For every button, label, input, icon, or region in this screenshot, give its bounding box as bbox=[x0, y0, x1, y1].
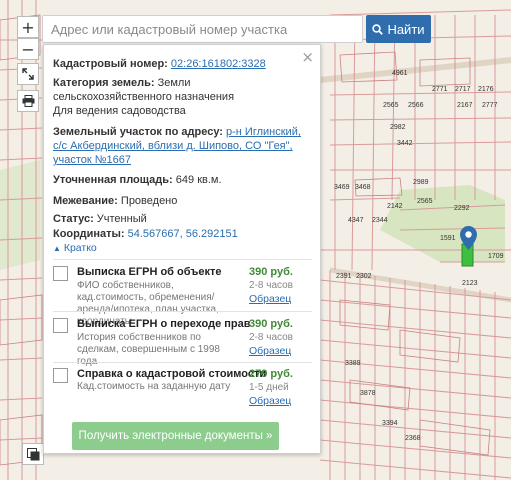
parcel-label: 2344 bbox=[372, 217, 388, 224]
parcel-label: 2142 bbox=[387, 203, 403, 210]
parcel-label: 2989 bbox=[413, 179, 429, 186]
search-button-label: Найти bbox=[387, 21, 425, 37]
status-row: Статус: Учтенный bbox=[53, 212, 312, 226]
cadastral-number-link[interactable]: 02:26:161802:3328 bbox=[171, 58, 266, 70]
product-delivery-time: 1-5 дней bbox=[249, 382, 289, 393]
cadastral-number-row: Кадастровый номер: 02:26:161802:3328 bbox=[53, 57, 312, 71]
status-value: Учтенный bbox=[96, 213, 147, 225]
parcel-label: 4347 bbox=[348, 217, 364, 224]
parcel-label: 1709 bbox=[488, 253, 504, 260]
sample-link[interactable]: Образец bbox=[249, 293, 291, 305]
coordinates-row: Координаты: 54.567667, 56.292151 bbox=[53, 227, 312, 241]
parcel-label: 2167 bbox=[457, 102, 473, 109]
parcel-label: 2176 bbox=[478, 86, 494, 93]
search-input[interactable] bbox=[43, 16, 362, 42]
status-label: Статус: bbox=[53, 213, 94, 225]
search-icon bbox=[372, 23, 384, 35]
fullscreen-button[interactable] bbox=[17, 63, 39, 85]
product-price: 279 руб. bbox=[249, 368, 293, 380]
product-title: Выписка ЕГРН об объекте bbox=[77, 266, 222, 278]
parcel-label: 2123 bbox=[462, 280, 478, 287]
parcel-label: 2771 bbox=[432, 86, 448, 93]
parcel-label: 4961 bbox=[392, 70, 408, 77]
caret-up-icon: ▲ bbox=[53, 244, 61, 253]
parcel-label: 2565 bbox=[383, 102, 399, 109]
collapse-label: Кратко bbox=[63, 242, 97, 254]
address-row: Земельный участок по адресу: р-н Иглинск… bbox=[53, 125, 312, 167]
sample-link[interactable]: Образец bbox=[249, 345, 291, 357]
parcel-label: 3469 bbox=[334, 184, 350, 191]
location-pin-icon[interactable] bbox=[460, 226, 477, 250]
parcel-label: 3878 bbox=[360, 390, 376, 397]
divider bbox=[53, 259, 312, 260]
land-category-row: Категория земель: Земли сельскохозяйстве… bbox=[53, 76, 312, 104]
parcel-label: 3394 bbox=[382, 420, 398, 427]
parcel-info-panel: × Кадастровый номер: 02:26:161802:3328 К… bbox=[43, 44, 321, 454]
land-usage: Для ведения садоводства bbox=[53, 105, 186, 117]
parcel-label: 2391 bbox=[336, 273, 352, 280]
product-checkbox[interactable] bbox=[53, 368, 68, 383]
expand-icon bbox=[22, 68, 34, 80]
parcel-label: 2292 bbox=[454, 205, 470, 212]
printer-icon bbox=[22, 95, 34, 107]
product-price: 390 руб. bbox=[249, 318, 293, 330]
survey-row: Межевание: Проведено bbox=[53, 194, 312, 208]
parcel-label: 3442 bbox=[397, 140, 413, 147]
product-title: Выписка ЕГРН о переходе прав bbox=[77, 318, 251, 330]
divider bbox=[53, 311, 312, 312]
parcel-label: 3389 bbox=[345, 360, 361, 367]
cadastral-number-label: Кадастровый номер: bbox=[53, 58, 168, 70]
land-category-label: Категория земель: bbox=[53, 77, 155, 89]
search-bar bbox=[42, 15, 363, 43]
product-price: 390 руб. bbox=[249, 266, 293, 278]
product-delivery-time: 2-8 часов bbox=[249, 280, 293, 291]
parcel-label: 2566 bbox=[408, 102, 424, 109]
survey-value: Проведено bbox=[120, 195, 178, 207]
address-label: Земельный участок по адресу: bbox=[53, 126, 223, 138]
parcel-label: 2717 bbox=[455, 86, 471, 93]
product-title: Справка о кадастровой стоимости bbox=[77, 368, 267, 380]
coordinates-label: Координаты: bbox=[53, 228, 125, 240]
parcel-label: 2368 bbox=[405, 435, 421, 442]
divider bbox=[53, 362, 312, 363]
zoom-out-button[interactable]: − bbox=[17, 38, 39, 60]
product-description: Кад.стоимость на заданную дату bbox=[77, 381, 231, 392]
parcel-label: 2982 bbox=[390, 124, 406, 131]
search-button[interactable]: Найти bbox=[366, 15, 431, 43]
coordinates-value[interactable]: 54.567667, 56.292151 bbox=[128, 228, 238, 240]
product-checkbox[interactable] bbox=[53, 318, 68, 333]
area-label: Уточненная площадь: bbox=[53, 174, 173, 186]
layers-button[interactable] bbox=[22, 443, 44, 465]
product-checkbox[interactable] bbox=[53, 266, 68, 281]
parcel-label: 3468 bbox=[355, 184, 371, 191]
survey-label: Межевание: bbox=[53, 195, 118, 207]
collapse-link[interactable]: ▲ Кратко bbox=[53, 241, 312, 256]
get-documents-button[interactable]: Получить электронные документы » bbox=[72, 422, 279, 450]
product-delivery-time: 2-8 часов bbox=[249, 332, 293, 343]
print-button[interactable] bbox=[17, 90, 39, 112]
parcel-label: 2777 bbox=[482, 102, 498, 109]
parcel-label: 2302 bbox=[356, 273, 372, 280]
sample-link[interactable]: Образец bbox=[249, 395, 291, 407]
parcel-label: 1591 bbox=[440, 235, 456, 242]
parcel-label: 2565 bbox=[417, 198, 433, 205]
area-row: Уточненная площадь: 649 кв.м. bbox=[53, 173, 312, 187]
layers-icon bbox=[26, 447, 39, 460]
zoom-in-button[interactable]: + bbox=[17, 16, 39, 38]
area-value: 649 кв.м. bbox=[175, 174, 222, 186]
